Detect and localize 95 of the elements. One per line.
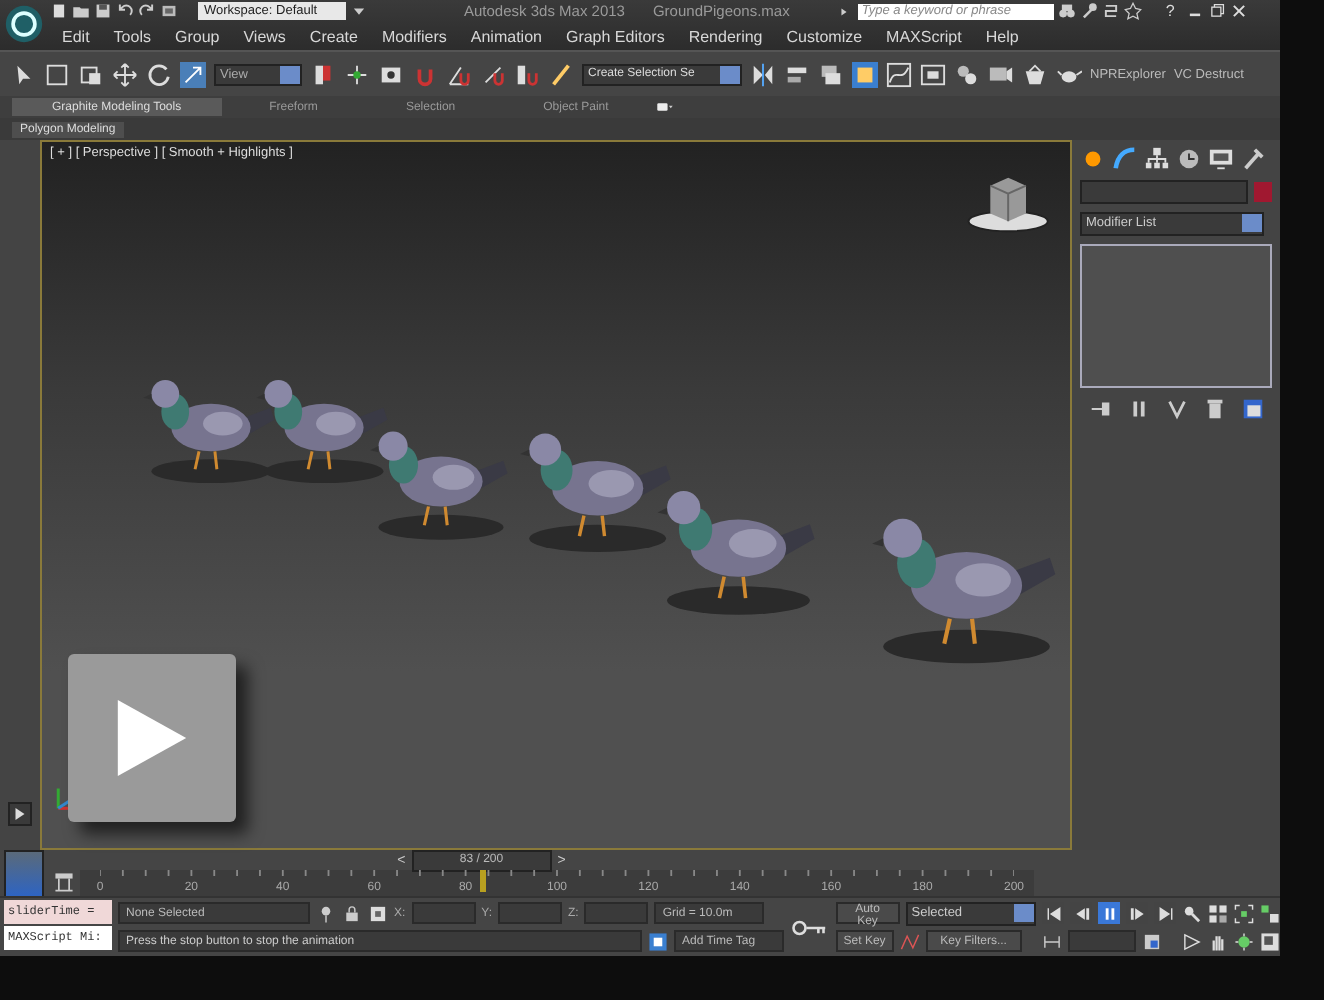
menu-item[interactable]: Create — [309, 27, 358, 45]
time-configuration-button[interactable] — [4, 850, 44, 898]
track-bar-icon[interactable] — [52, 870, 76, 894]
time-configuration-icon[interactable] — [1142, 931, 1162, 951]
zoom-all-icon[interactable] — [1208, 903, 1228, 923]
lock-icon[interactable] — [342, 903, 362, 923]
x-coordinate-field[interactable] — [411, 902, 476, 924]
start-icon — [1043, 903, 1063, 923]
restore-icon[interactable] — [1208, 2, 1227, 20]
new-file-icon[interactable] — [50, 2, 68, 20]
menu-item[interactable]: Customize — [786, 27, 863, 45]
make-unique-icon[interactable] — [1164, 396, 1190, 422]
modifier-stack[interactable] — [1080, 244, 1272, 388]
object-name-field[interactable] — [1080, 180, 1248, 204]
object-color-swatch[interactable] — [1254, 182, 1272, 202]
mirror-icon[interactable] — [750, 61, 776, 87]
pigeon-drawing — [143, 380, 275, 484]
pigeon-drawing — [370, 431, 508, 540]
menu-item[interactable]: Edit — [62, 27, 90, 45]
next-icon — [1127, 903, 1147, 923]
end-icon — [1155, 903, 1175, 923]
material-editor-icon[interactable] — [954, 61, 980, 87]
modify-tab-icon[interactable] — [1112, 146, 1138, 172]
scene-explorer-icon[interactable] — [852, 61, 878, 87]
hierarchy-tab-icon[interactable] — [1144, 146, 1170, 172]
current-frame-marker — [479, 870, 486, 892]
undo-icon[interactable] — [116, 2, 134, 20]
zoom-extents-all-icon[interactable] — [1260, 903, 1280, 923]
viewcube-icon[interactable] — [967, 177, 1049, 233]
axis-constraint-icon[interactable] — [344, 61, 370, 87]
current-frame-field[interactable] — [1068, 930, 1136, 952]
edit-selection-icon[interactable] — [548, 61, 574, 87]
open-folder-icon[interactable] — [72, 2, 90, 20]
menu-item[interactable]: Animation — [470, 27, 542, 45]
zoom-icon[interactable] — [1182, 903, 1202, 923]
absolute-mode-icon[interactable] — [368, 903, 388, 923]
utilities-tab-icon[interactable] — [1240, 146, 1266, 172]
create-tab-icon[interactable] — [1080, 146, 1106, 172]
rotate-icon[interactable] — [146, 61, 172, 87]
spinner-snap-icon[interactable] — [514, 61, 540, 87]
menu-item[interactable]: Help — [985, 27, 1019, 45]
motion-tab-icon[interactable] — [1176, 146, 1202, 172]
end-playback-button[interactable] — [1154, 902, 1176, 924]
orbit-icon[interactable] — [1234, 931, 1254, 951]
curve-editor-icon[interactable] — [886, 61, 912, 87]
key-mode-toggle-icon[interactable] — [1042, 931, 1062, 951]
redo-icon[interactable] — [138, 2, 156, 20]
maximize-viewport-icon[interactable] — [1260, 931, 1280, 951]
scale-icon[interactable] — [180, 61, 206, 87]
isolate-pin-icon[interactable] — [316, 903, 336, 923]
menu-item[interactable]: Tools — [113, 27, 151, 45]
prev-playback-button[interactable] — [1070, 902, 1092, 924]
binoculars-icon[interactable] — [1057, 2, 1076, 20]
menu-item[interactable]: Group — [174, 27, 220, 45]
ribbon-options-icon[interactable] — [656, 98, 675, 116]
key-icon[interactable] — [790, 915, 830, 939]
triangle-icon — [837, 5, 850, 17]
project-folder-icon[interactable] — [160, 2, 178, 20]
menu-item[interactable]: Modifiers — [381, 27, 447, 45]
play-button[interactable] — [68, 654, 236, 822]
field-of-view-icon[interactable] — [1182, 931, 1202, 951]
move-icon[interactable] — [112, 61, 138, 87]
menu-item[interactable]: Rendering — [688, 27, 763, 45]
angle-snap-icon[interactable] — [446, 61, 472, 87]
wrench-icon[interactable] — [1079, 2, 1098, 20]
display-tab-icon[interactable] — [1208, 146, 1234, 172]
tangent-curve-icon[interactable] — [899, 931, 920, 951]
star-icon[interactable] — [1123, 2, 1142, 20]
menu-item[interactable]: Graph Editors — [565, 27, 665, 45]
close-icon[interactable] — [1230, 2, 1249, 20]
caret-icon[interactable] — [350, 2, 368, 20]
render-frame-icon[interactable] — [1022, 61, 1048, 87]
schematic-view-icon[interactable] — [920, 61, 946, 87]
pan-hand-icon[interactable] — [1208, 931, 1228, 951]
y-coordinate-field[interactable] — [498, 902, 563, 924]
save-icon[interactable] — [94, 2, 112, 20]
next-playback-button[interactable] — [1126, 902, 1148, 924]
menu-item[interactable]: Views — [243, 27, 286, 45]
app-logo-icon[interactable] — [4, 4, 44, 44]
remove-modifier-icon[interactable] — [1202, 396, 1228, 422]
menu-item[interactable]: MAXScript — [886, 27, 962, 45]
rectangle-select-icon[interactable] — [44, 61, 70, 87]
z-coordinate-field[interactable] — [584, 902, 649, 924]
selection-lock-icon[interactable] — [648, 931, 668, 951]
layers-icon[interactable] — [818, 61, 844, 87]
pivot-icon[interactable] — [310, 61, 336, 87]
start-playback-button[interactable] — [1042, 902, 1064, 924]
playback-button[interactable] — [8, 802, 32, 826]
help-button[interactable]: ? — [1157, 2, 1183, 20]
percent-snap-icon[interactable] — [480, 61, 506, 87]
configure-sets-icon[interactable] — [1240, 396, 1266, 422]
zoom-extents-icon[interactable] — [1234, 903, 1254, 923]
pigeon-drawing — [256, 380, 388, 484]
prev-icon — [1071, 903, 1091, 923]
window-crossing-icon[interactable] — [78, 61, 104, 87]
